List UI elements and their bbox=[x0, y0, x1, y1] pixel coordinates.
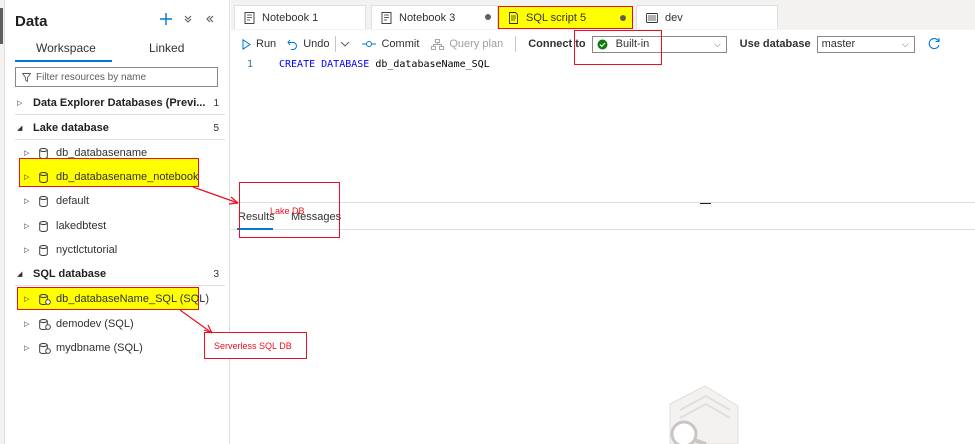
empty-results-illustration-icon bbox=[669, 385, 739, 444]
arrow-head-serverless bbox=[203, 324, 213, 334]
arrow-to-lake-db bbox=[192, 186, 239, 204]
arrow-to-serverless bbox=[179, 309, 213, 334]
annotation-arrows bbox=[179, 186, 239, 334]
